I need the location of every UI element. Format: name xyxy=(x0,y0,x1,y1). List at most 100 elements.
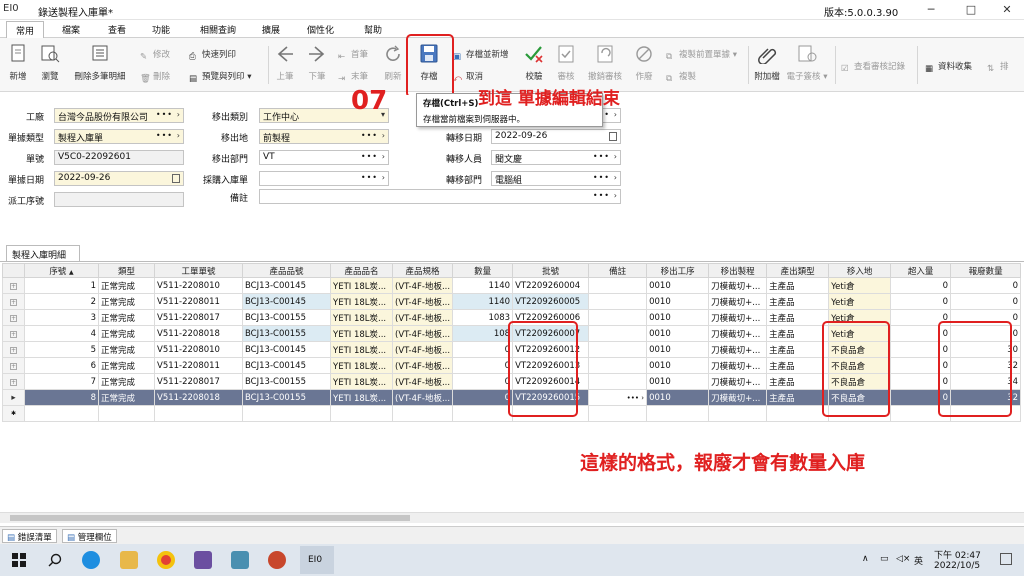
menu-tab-personalize[interactable]: 個性化 xyxy=(303,22,338,37)
scrollbar-thumb[interactable] xyxy=(10,515,410,521)
cell-proc[interactable]: 刀模截切+... xyxy=(708,293,768,310)
cell-lot[interactable]: VT2209260005 xyxy=(512,293,590,310)
cell-seq[interactable]: 8 xyxy=(24,389,99,406)
cell-part[interactable]: BCJ13-C00155 xyxy=(242,373,331,390)
prev-record-button[interactable]: 上筆 xyxy=(268,44,302,82)
menu-tab-function[interactable]: 功能 xyxy=(148,22,174,37)
table-row[interactable]: +2 正常完成 V511-2208011 BCJ13-C00145 YETI 18L炭.… xyxy=(2,293,1022,310)
cell-lot[interactable]: VT2209260004 xyxy=(512,277,590,294)
doc-type-field[interactable]: 製程入庫單 ••• › xyxy=(54,129,184,144)
cell-memo[interactable] xyxy=(588,341,648,358)
app-purple-icon[interactable] xyxy=(194,551,212,569)
cell-name[interactable]: YETI 18L炭... xyxy=(330,293,393,310)
edge-browser-icon[interactable] xyxy=(82,551,100,569)
cell-qty[interactable]: 0 xyxy=(452,357,514,374)
windows-start-icon[interactable] xyxy=(12,553,26,567)
cell-proc[interactable]: 刀模截切+... xyxy=(708,325,768,342)
cell-seq[interactable]: 5 xyxy=(24,341,99,358)
cell-memo[interactable] xyxy=(588,277,648,294)
cell-op[interactable]: 0010 xyxy=(646,325,710,342)
preview-print-button[interactable]: ▤ 預覽與列印 ▾ xyxy=(189,70,251,85)
grid-header-seq[interactable]: 序號 ▲ xyxy=(24,263,99,278)
new-row-cell[interactable] xyxy=(708,405,768,422)
out-dept-field[interactable]: VT ••• › xyxy=(259,150,389,165)
grid-header-name[interactable]: 產品品名 xyxy=(330,263,393,278)
cell-name[interactable]: YETI 18L炭... xyxy=(330,309,393,326)
validate-button[interactable]: 校驗 xyxy=(517,44,551,82)
factory-field[interactable]: 台灣今品股份有限公司 ••• › xyxy=(54,108,184,123)
cell-op[interactable]: 0010 xyxy=(646,293,710,310)
tab-manage-fields[interactable]: ▤ 管理欄位 xyxy=(62,529,117,543)
cell-type[interactable]: 正常完成 xyxy=(98,341,155,358)
new-row-cell[interactable] xyxy=(766,405,830,422)
cell-op[interactable]: 0010 xyxy=(646,277,710,294)
cell-memo[interactable] xyxy=(588,325,648,342)
cell-proc[interactable]: 刀模截切+... xyxy=(708,309,768,326)
cell-part[interactable]: BCJ13-C00145 xyxy=(242,357,331,374)
grid-header-to[interactable]: 移入地 xyxy=(828,263,892,278)
clock-time[interactable]: 下午 02:47 xyxy=(934,548,981,561)
cell-name[interactable]: YETI 18L炭... xyxy=(330,357,393,374)
cell-name[interactable]: YETI 18L炭... xyxy=(330,325,393,342)
sort-button[interactable]: ⇅ 排 xyxy=(987,60,1009,75)
cell-wo[interactable]: V511-2208017 xyxy=(154,309,243,326)
tab-detail[interactable]: 製程入庫明細 xyxy=(6,245,80,261)
cell-wo[interactable]: V511-2208017 xyxy=(154,373,243,390)
new-row-cell[interactable] xyxy=(24,405,99,422)
cell-spec[interactable]: (VT-4F-地板... xyxy=(391,277,454,294)
menu-tab-help[interactable]: 幫助 xyxy=(360,22,386,37)
close-button[interactable]: ✕ xyxy=(992,2,1022,18)
cell-part[interactable]: BCJ13-C00155 xyxy=(242,325,331,342)
cell-qty[interactable]: 1140 xyxy=(452,293,514,310)
new-button[interactable]: 新增 xyxy=(1,44,35,82)
transfer-date-field[interactable]: 2022-09-26 xyxy=(491,129,621,144)
app-blue-icon[interactable] xyxy=(231,551,249,569)
expand-icon[interactable]: + xyxy=(10,346,17,354)
menu-tab-related-query[interactable]: 相關查詢 xyxy=(196,22,240,37)
modify-button[interactable]: ✎ 修改 xyxy=(140,48,170,63)
cell-spec[interactable]: (VT-4F-地板... xyxy=(391,357,454,374)
cell-memo[interactable]: ••• › xyxy=(588,389,648,406)
cell-wo[interactable]: V511-2208010 xyxy=(154,277,243,294)
notification-icon[interactable] xyxy=(1000,553,1012,565)
cell-part[interactable]: BCJ13-C00145 xyxy=(242,293,331,310)
expand-icon[interactable]: + xyxy=(10,330,17,338)
cell-wo[interactable]: V511-2208010 xyxy=(154,341,243,358)
cell-qty[interactable]: 0 xyxy=(452,373,514,390)
cell-seq[interactable]: 1 xyxy=(24,277,99,294)
transfer-person-field[interactable]: 聞文慶 ••• › xyxy=(491,150,621,165)
grid-header-part[interactable]: 產品品號 xyxy=(242,263,331,278)
cell-qty[interactable]: 0 xyxy=(452,389,514,406)
last-record-button[interactable]: ⇥ 末筆 xyxy=(338,70,368,85)
cell-name[interactable]: YETI 18L炭... xyxy=(330,389,393,406)
cell-qty[interactable]: 0 xyxy=(452,341,514,358)
cell-type[interactable]: 正常完成 xyxy=(98,373,155,390)
out-place-field[interactable]: 前製程 ••• › xyxy=(259,129,389,144)
ellipsis-button[interactable]: ••• › xyxy=(627,394,644,402)
menu-tab-extend[interactable]: 擴展 xyxy=(258,22,284,37)
grid-header-lot[interactable]: 批號 xyxy=(512,263,590,278)
expand-icon[interactable]: + xyxy=(10,282,17,290)
chrome-icon[interactable] xyxy=(157,551,175,569)
powerpoint-icon[interactable] xyxy=(268,551,286,569)
grid-header-memo[interactable]: 備註 xyxy=(588,263,648,278)
unreview-button[interactable]: 撤銷審核 xyxy=(585,44,625,82)
menu-tab-view[interactable]: 查看 xyxy=(104,22,130,37)
minimize-button[interactable]: ─ xyxy=(916,2,946,18)
browse-button[interactable]: 瀏覽 xyxy=(33,44,67,82)
table-row[interactable]: +1 正常完成 V511-2208010 BCJ13-C00145 YETI 18L炭.… xyxy=(2,277,1022,294)
cell-out-type[interactable]: 主產品 xyxy=(766,341,830,358)
quick-print-button[interactable]: ⎙ 快速列印 xyxy=(189,48,236,63)
new-row-cell[interactable] xyxy=(646,405,710,422)
cell-out-type[interactable]: 主產品 xyxy=(766,373,830,390)
volume-icon[interactable]: ◁× xyxy=(896,554,910,564)
maximize-button[interactable]: □ xyxy=(956,2,986,18)
new-row-cell[interactable] xyxy=(452,405,514,422)
new-row-cell[interactable] xyxy=(242,405,331,422)
cell-qty[interactable]: 1140 xyxy=(452,277,514,294)
cell-seq[interactable]: 2 xyxy=(24,293,99,310)
grid-header-wo[interactable]: 工單單號 xyxy=(154,263,243,278)
grid-header-proc[interactable]: 移出製程 xyxy=(708,263,768,278)
new-row-cell[interactable] xyxy=(391,405,454,422)
first-record-button[interactable]: ⇤ 首筆 xyxy=(338,48,368,63)
